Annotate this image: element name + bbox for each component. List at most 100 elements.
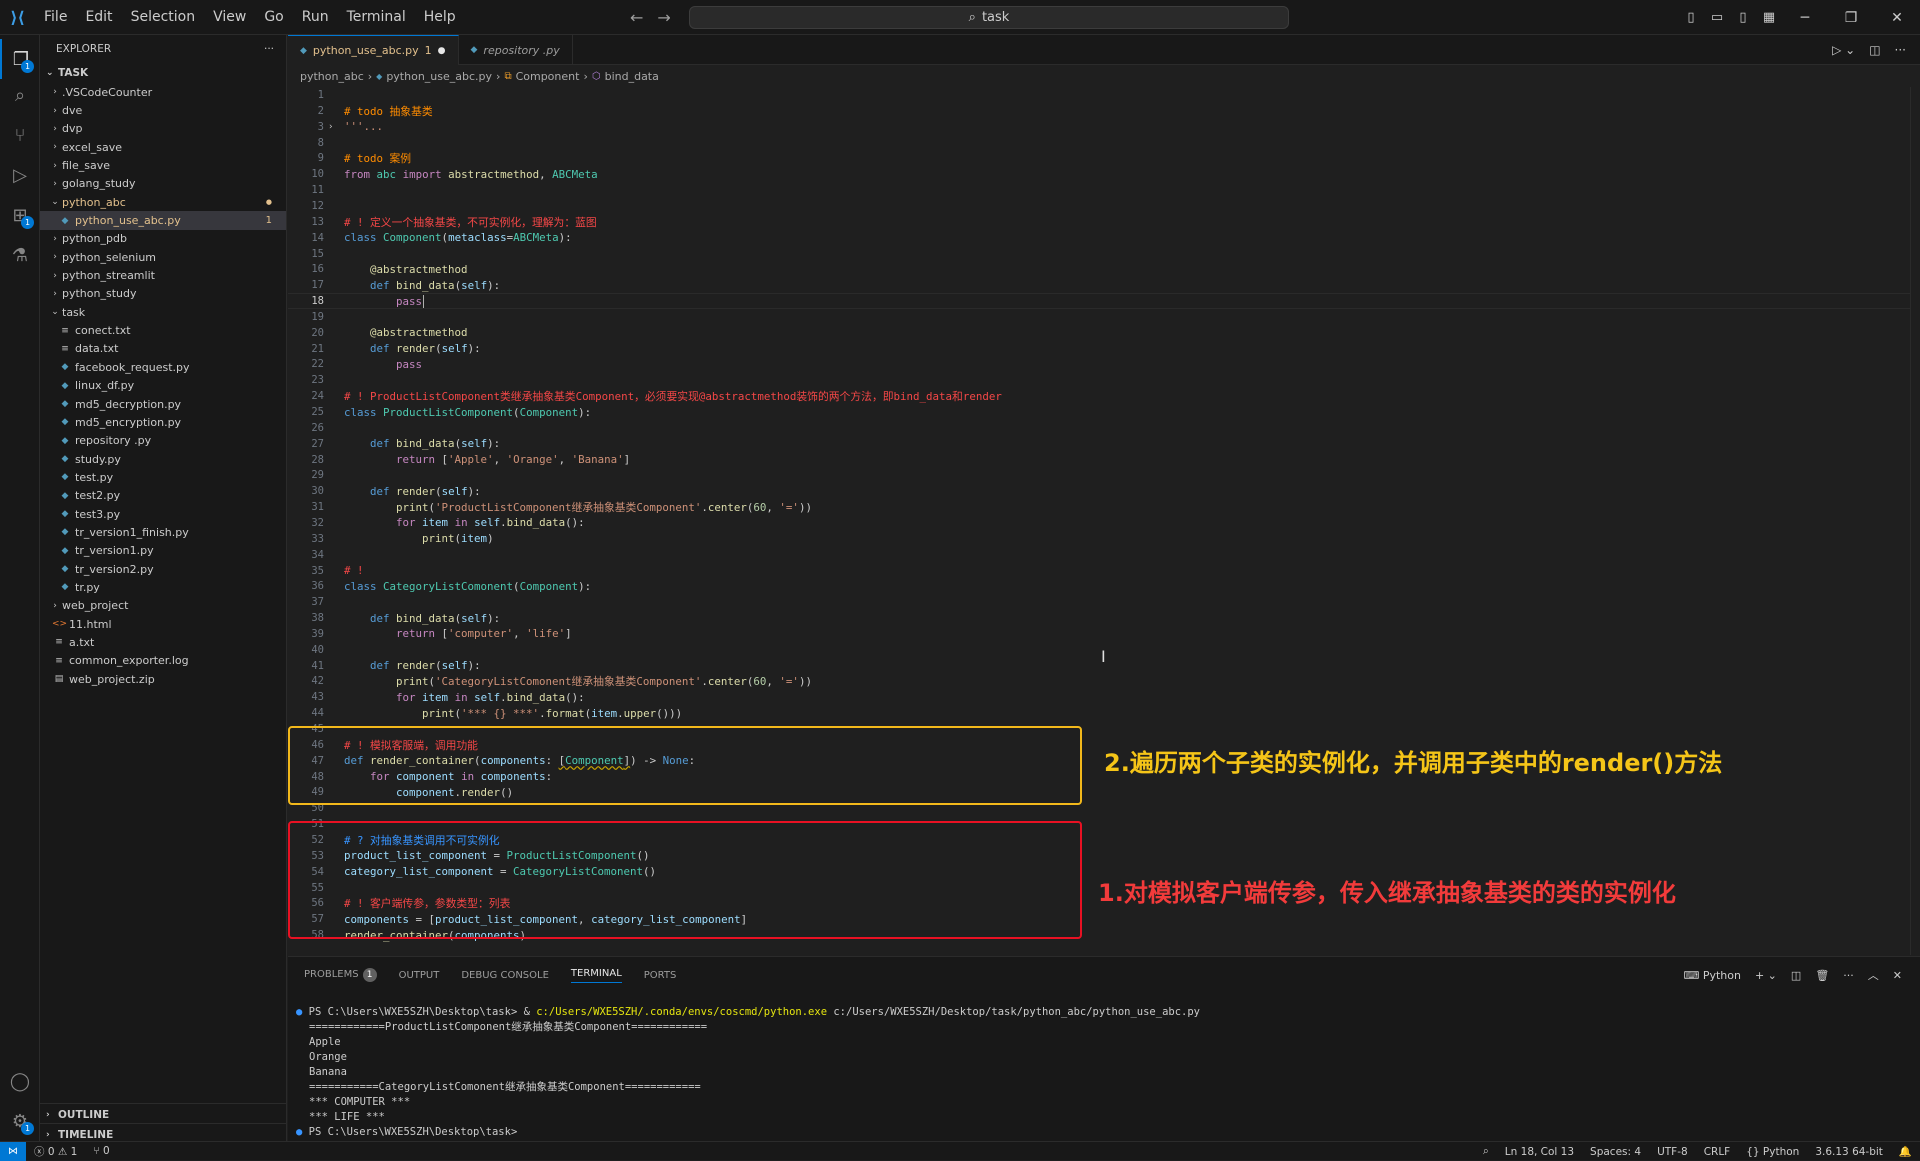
code-line[interactable]: 29	[288, 467, 1920, 483]
tree-item[interactable]: ◆ tr_version2.py	[40, 560, 286, 578]
indentation[interactable]: Spaces: 4	[1582, 1146, 1649, 1158]
tree-item[interactable]: ◆ test2.py	[40, 487, 286, 505]
code-line[interactable]: 16 @abstractmethod	[288, 261, 1920, 277]
tree-item[interactable]: › dve	[40, 101, 286, 119]
code-line[interactable]: 32 for item in self.bind_data():	[288, 515, 1920, 531]
run-debug-icon[interactable]: ▷	[0, 155, 40, 195]
code-line[interactable]: 43 for item in self.bind_data():	[288, 689, 1920, 705]
breadcrumb-file[interactable]: python_use_abc.py	[386, 70, 492, 83]
settings-gear-icon[interactable]: ⚙ 1	[0, 1101, 40, 1141]
problems-status[interactable]: ⓧ 0 ⚠ 1	[26, 1144, 85, 1159]
close-panel-icon[interactable]: ✕	[1893, 969, 1902, 982]
restore-icon[interactable]: ❐	[1828, 10, 1874, 26]
tree-item[interactable]: ⌄ task	[40, 303, 286, 321]
tree-item[interactable]: ◆ test.py	[40, 468, 286, 486]
code-line[interactable]: 28 return ['Apple', 'Orange', 'Banana']	[288, 452, 1920, 468]
code-line[interactable]: 27 def bind_data(self):	[288, 436, 1920, 452]
code-line[interactable]: 17 def bind_data(self):	[288, 277, 1920, 293]
code-line[interactable]: 14 class Component(metaclass=ABCMeta):	[288, 230, 1920, 246]
tree-item[interactable]: ≡ conect.txt	[40, 321, 286, 339]
toggle-secondary-sidebar-icon[interactable]: ▯	[1730, 10, 1756, 25]
split-terminal-icon[interactable]: ◫	[1791, 969, 1801, 982]
account-icon[interactable]: ◯	[0, 1061, 40, 1101]
tree-item[interactable]: <> 11.html	[40, 615, 286, 633]
tree-item[interactable]: ◆ study.py	[40, 450, 286, 468]
code-line[interactable]: 19	[288, 309, 1920, 325]
menu-go[interactable]: Go	[255, 0, 292, 35]
tree-item[interactable]: ◆ repository .py	[40, 432, 286, 450]
breadcrumb-method[interactable]: bind_data	[605, 70, 659, 83]
terminal-shell-selector[interactable]: ⌨ Python	[1683, 969, 1741, 982]
tree-item[interactable]: › web_project	[40, 597, 286, 615]
command-center-search[interactable]: ⌕ task	[689, 6, 1289, 29]
tree-item[interactable]: ◆ tr_version1_finish.py	[40, 523, 286, 541]
tree-item[interactable]: › dvp	[40, 120, 286, 138]
tree-item[interactable]: ◆ test3.py	[40, 505, 286, 523]
code-line[interactable]: 38 def bind_data(self):	[288, 610, 1920, 626]
tab-ports[interactable]: PORTS	[644, 970, 677, 981]
split-editor-icon[interactable]: ◫	[1869, 43, 1880, 57]
tab-repository[interactable]: ◆ repository .py	[459, 35, 573, 65]
source-control-icon[interactable]: ⑂	[0, 115, 40, 155]
tree-item[interactable]: ⌄ python_abc ●	[40, 193, 286, 211]
back-arrow-icon[interactable]: ←	[630, 8, 643, 27]
encoding[interactable]: UTF-8	[1649, 1146, 1696, 1158]
code-line[interactable]: 8	[288, 135, 1920, 151]
breadcrumb-class[interactable]: Component	[516, 70, 580, 83]
python-interpreter[interactable]: 3.6.13 64-bit	[1807, 1146, 1891, 1158]
code-line[interactable]: 36 class CategoryListComonent(Component):	[288, 578, 1920, 594]
menu-selection[interactable]: Selection	[122, 0, 205, 35]
tree-item[interactable]: ◆ md5_encryption.py	[40, 413, 286, 431]
code-line[interactable]: 33 print(item)	[288, 531, 1920, 547]
close-icon[interactable]: ✕	[1874, 10, 1920, 26]
tab-python-use-abc[interactable]: ◆ python_use_abc.py 1 ●	[288, 35, 459, 65]
toggle-primary-sidebar-icon[interactable]: ▯	[1678, 10, 1704, 25]
kill-terminal-icon[interactable]: 🗑	[1815, 969, 1829, 982]
editor-scrollbar[interactable]	[1910, 87, 1920, 955]
code-line[interactable]: 24 # ! ProductListComponent类继承抽象基类Compone…	[288, 388, 1920, 404]
extensions-icon[interactable]: ⊞ 1	[0, 195, 40, 235]
code-line[interactable]: 3 › '''...	[288, 119, 1920, 135]
line-ending[interactable]: CRLF	[1696, 1146, 1739, 1158]
notifications-bell-icon[interactable]: 🔔	[1891, 1145, 1920, 1158]
tree-item[interactable]: ◆ python_use_abc.py 1	[40, 211, 286, 230]
code-line[interactable]: 15	[288, 246, 1920, 262]
tree-item[interactable]: ▤ web_project.zip	[40, 670, 286, 688]
more-actions-icon[interactable]: ···	[1895, 43, 1906, 57]
tab-debug-console[interactable]: DEBUG CONSOLE	[461, 970, 549, 981]
menu-help[interactable]: Help	[415, 0, 465, 35]
tree-item[interactable]: › python_pdb	[40, 230, 286, 248]
fold-chevron-icon[interactable]: ›	[328, 122, 333, 132]
testing-icon[interactable]: ⚗	[0, 235, 40, 275]
tab-output[interactable]: OUTPUT	[399, 970, 440, 981]
tree-item[interactable]: ≡ data.txt	[40, 340, 286, 358]
unsaved-dot-icon[interactable]: ●	[438, 46, 446, 56]
code-line[interactable]: 44 print('*** {} ***'.format(item.upper(…	[288, 705, 1920, 721]
code-line[interactable]: 20 @abstractmethod	[288, 325, 1920, 341]
forward-arrow-icon[interactable]: →	[657, 8, 670, 27]
search-view-icon[interactable]: ⌕	[0, 75, 40, 115]
code-line[interactable]: 18 pass	[288, 293, 1920, 310]
menu-view[interactable]: View	[204, 0, 255, 35]
menu-terminal[interactable]: Terminal	[338, 0, 415, 35]
menu-run[interactable]: Run	[293, 0, 338, 35]
code-line[interactable]: 37	[288, 594, 1920, 610]
tree-item[interactable]: › python_streamlit	[40, 266, 286, 284]
tree-item[interactable]: › golang_study	[40, 175, 286, 193]
tab-terminal[interactable]: TERMINAL	[570, 968, 622, 983]
code-line[interactable]: 26	[288, 420, 1920, 436]
toggle-panel-icon[interactable]: ▭	[1704, 10, 1730, 25]
maximize-panel-icon[interactable]: ︿	[1868, 967, 1879, 983]
tab-problems[interactable]: PROBLEMS 1	[304, 968, 377, 982]
code-line[interactable]: 35 # !	[288, 563, 1920, 579]
code-line[interactable]: 22 pass	[288, 356, 1920, 372]
tree-item[interactable]: ◆ facebook_request.py	[40, 358, 286, 376]
code-line[interactable]: 10 from abc import abstractmethod, ABCMet…	[288, 166, 1920, 182]
code-line[interactable]: 21 def render(self):	[288, 341, 1920, 357]
zoom-search-icon[interactable]: ⌕	[1475, 1145, 1497, 1158]
menu-file[interactable]: File	[35, 0, 76, 35]
tree-item[interactable]: ◆ tr.py	[40, 578, 286, 596]
menu-edit[interactable]: Edit	[76, 0, 121, 35]
tree-item[interactable]: › python_study	[40, 285, 286, 303]
tree-item[interactable]: › file_save	[40, 156, 286, 174]
